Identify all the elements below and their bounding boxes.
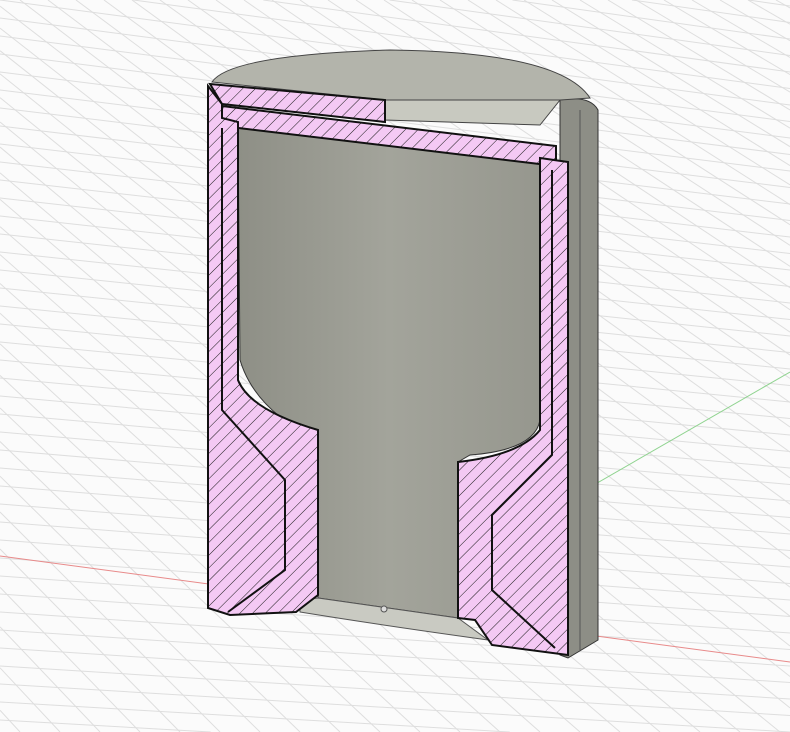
grid-line [389, 0, 790, 56]
grid-line [747, 0, 790, 25]
grid-line [0, 667, 61, 732]
grid-line [748, 0, 790, 7]
grid-line [0, 586, 141, 732]
grid-line [0, 626, 101, 732]
grid-line [607, 0, 790, 111]
grid-line [0, 719, 211, 732]
cad-viewport[interactable] [0, 0, 790, 732]
model-canvas[interactable] [0, 0, 790, 732]
origin-marker[interactable] [380, 605, 388, 613]
cap-recess [384, 99, 562, 126]
